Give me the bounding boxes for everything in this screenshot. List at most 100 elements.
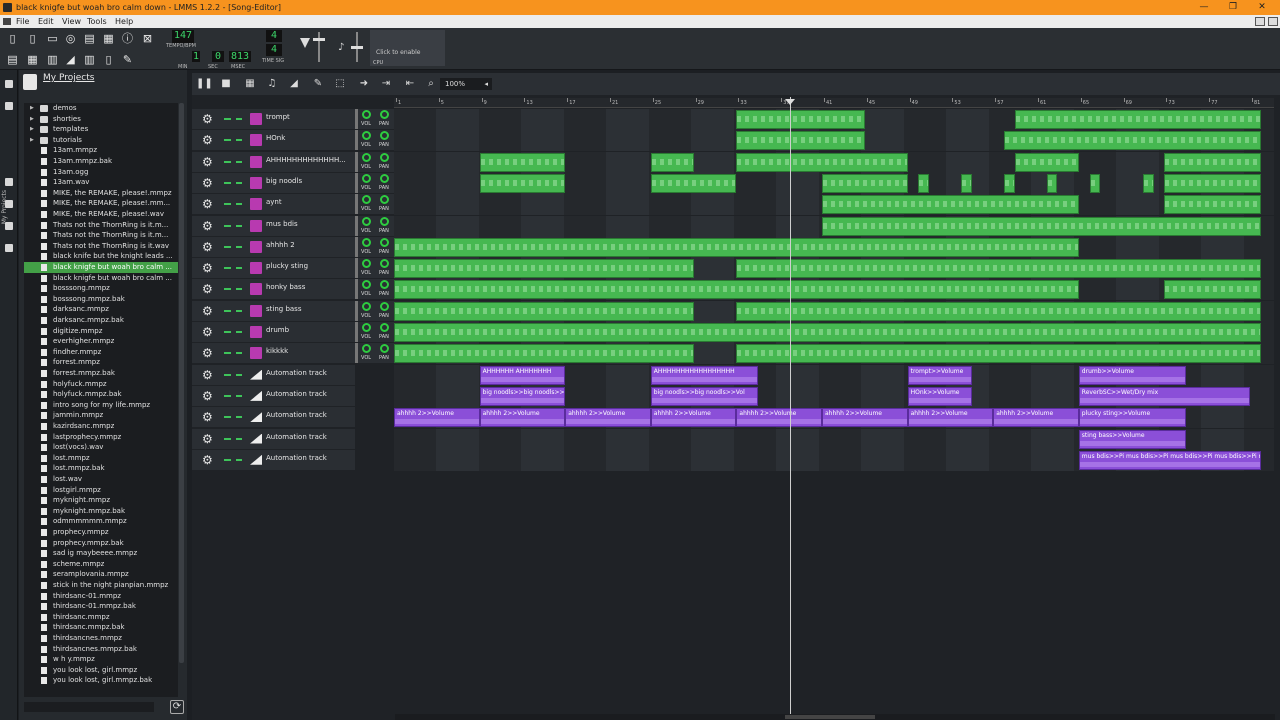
pan-knob[interactable] — [380, 173, 389, 183]
pattern-clip[interactable] — [918, 173, 929, 193]
pan-knob[interactable] — [380, 301, 389, 311]
track-name[interactable]: AHHHHHHHHHHHHH... — [266, 156, 351, 164]
file-item[interactable]: myknight.mmpz.bak — [24, 506, 178, 517]
stop-behaviour-icon[interactable]: ⇤ — [402, 76, 418, 92]
menu-tools[interactable]: Tools — [87, 15, 107, 28]
track-header[interactable]: ⚙ AHHHHHHHHHHHHH... — [192, 151, 355, 172]
track-header[interactable]: ⚙ aynt — [192, 194, 355, 215]
track-header[interactable]: ⚙ Automation track — [192, 407, 355, 428]
open-project-icon[interactable]: ▭ — [45, 31, 60, 46]
pattern-clip[interactable] — [1164, 195, 1261, 215]
track-name[interactable]: Automation track — [266, 369, 351, 377]
pattern-clip[interactable] — [650, 152, 694, 172]
file-item[interactable]: 13am.mmpz.bak — [24, 156, 178, 167]
track-lane[interactable]: big noodls>>big noodls>>Vol big noodls>>b… — [394, 385, 1274, 407]
minimize-button[interactable]: — — [1190, 0, 1218, 15]
expand-arrow-icon[interactable]: ▶ — [30, 124, 34, 135]
solo-button[interactable] — [236, 394, 242, 397]
mute-button[interactable] — [224, 245, 231, 248]
file-item[interactable]: thirdsancnes.mmpz — [24, 633, 178, 644]
file-item[interactable]: black knife but the knight leads ... — [24, 251, 178, 262]
volume-knob[interactable] — [362, 259, 371, 269]
projects-tab-icon[interactable] — [5, 102, 13, 110]
mute-button[interactable] — [224, 458, 231, 461]
mute-button[interactable] — [224, 288, 231, 291]
file-item[interactable]: odmmmmmm.mmpz — [24, 516, 178, 527]
mute-button[interactable] — [224, 352, 231, 355]
solo-button[interactable] — [236, 267, 242, 270]
mute-button[interactable] — [224, 331, 231, 333]
mute-button[interactable] — [224, 160, 231, 163]
file-item[interactable]: sad ig maybeeee.mmpz — [24, 548, 178, 559]
new-project-icon[interactable]: ▯ — [5, 31, 20, 46]
file-item[interactable]: myknight.mmpz — [24, 495, 178, 506]
file-item[interactable]: findher.mmpz — [24, 347, 178, 358]
mute-button[interactable] — [224, 416, 231, 419]
file-item[interactable]: 13am.wav — [24, 177, 178, 188]
automation-pattern[interactable]: big noodls>>big noodls>>Vol — [479, 386, 566, 406]
file-item[interactable]: thirdsancnes.mmpz.bak — [24, 644, 178, 655]
track-lane[interactable] — [394, 236, 1274, 258]
file-item[interactable]: everhigher.mmpz — [24, 336, 178, 347]
track-lane[interactable]: ahhhh 2>>Volume ahhhh 2>>Volume ahhhh 2>>V… — [394, 407, 1274, 429]
file-item[interactable]: holyfuck.mmpz — [24, 379, 178, 390]
file-list-hscroll[interactable] — [24, 702, 154, 712]
solo-button[interactable] — [236, 181, 242, 184]
solo-button[interactable] — [236, 203, 242, 206]
automation-pattern[interactable]: ahhhh 2>>Volume — [565, 408, 651, 428]
menu-help[interactable]: Help — [115, 15, 133, 28]
master-volume-handle[interactable] — [313, 38, 325, 41]
automation-pattern[interactable]: plucky sting>>Volume — [1078, 408, 1186, 428]
solo-button[interactable] — [236, 245, 242, 248]
automation-pattern[interactable]: AHHHHHHHHHHHHHHHHH — [650, 365, 758, 385]
pan-knob[interactable] — [380, 110, 389, 119]
file-item[interactable]: stick in the night pianpian.mmpz — [24, 580, 178, 591]
hscroll-thumb[interactable] — [785, 715, 875, 719]
expand-arrow-icon[interactable]: ▶ — [30, 114, 34, 125]
track-header[interactable]: ⚙ Automation track — [192, 428, 355, 449]
track-name[interactable]: mus bdis — [266, 220, 351, 228]
track-name[interactable]: trompt — [266, 113, 351, 121]
solo-button[interactable] — [236, 373, 242, 376]
new-from-template-icon[interactable]: ▯ — [25, 31, 40, 46]
controller-rack-icon[interactable]: ▯ — [101, 52, 116, 67]
track-header[interactable]: ⚙ honky bass — [192, 279, 355, 300]
menu-edit[interactable]: Edit — [38, 15, 54, 28]
file-item[interactable]: black knigfe but woah bro calm ... — [24, 273, 178, 284]
track-name[interactable]: sting bass — [266, 305, 351, 313]
pattern-clip[interactable] — [1014, 152, 1079, 172]
file-item[interactable]: forrest.mmpz.bak — [24, 368, 178, 379]
track-name[interactable]: honky bass — [266, 283, 351, 291]
track-lane[interactable] — [394, 258, 1274, 280]
track-header[interactable]: ⚙ Automation track — [192, 449, 355, 470]
gear-icon[interactable]: ⚙ — [202, 218, 213, 234]
master-pitch-icon[interactable]: ♪ — [338, 42, 344, 53]
track-header[interactable]: ⚙ ahhhh 2 — [192, 236, 355, 257]
automation-pattern[interactable]: AHHHHHH AHHHHHHH — [479, 365, 566, 385]
track-lane[interactable] — [394, 322, 1274, 343]
info-icon[interactable]: ⓘ — [120, 31, 135, 46]
volume-knob[interactable] — [362, 195, 371, 205]
gear-icon[interactable]: ⚙ — [202, 452, 213, 468]
stop-icon[interactable]: ■ — [218, 76, 234, 92]
add-sample-track-icon[interactable]: ♫ — [264, 76, 280, 92]
gear-icon[interactable]: ⚙ — [202, 260, 213, 276]
file-item[interactable]: thirdsanc.mmpz.bak — [24, 622, 178, 633]
mute-button[interactable] — [224, 181, 231, 184]
gear-icon[interactable]: ⚙ — [202, 431, 213, 447]
file-item[interactable]: prophecy.mmpz.bak — [24, 538, 178, 549]
gear-icon[interactable]: ⚙ — [202, 132, 213, 148]
file-item[interactable]: lost.mmpz — [24, 453, 178, 464]
pattern-clip[interactable] — [822, 173, 908, 193]
file-item[interactable]: kazirdsanc.mmpz — [24, 421, 178, 432]
volume-knob[interactable] — [362, 173, 371, 183]
timesig-denominator[interactable]: 4 — [266, 44, 282, 56]
file-item[interactable]: lost.wav — [24, 474, 178, 485]
volume-knob[interactable] — [362, 152, 371, 162]
pattern-clip[interactable] — [1014, 110, 1261, 129]
file-item[interactable]: thirdsanc.mmpz — [24, 612, 178, 623]
folder-item[interactable]: ▶ shorties — [24, 114, 178, 125]
pattern-clip[interactable] — [736, 152, 908, 172]
file-item[interactable]: w h y.mmpz — [24, 654, 178, 665]
volume-knob[interactable] — [362, 237, 371, 247]
